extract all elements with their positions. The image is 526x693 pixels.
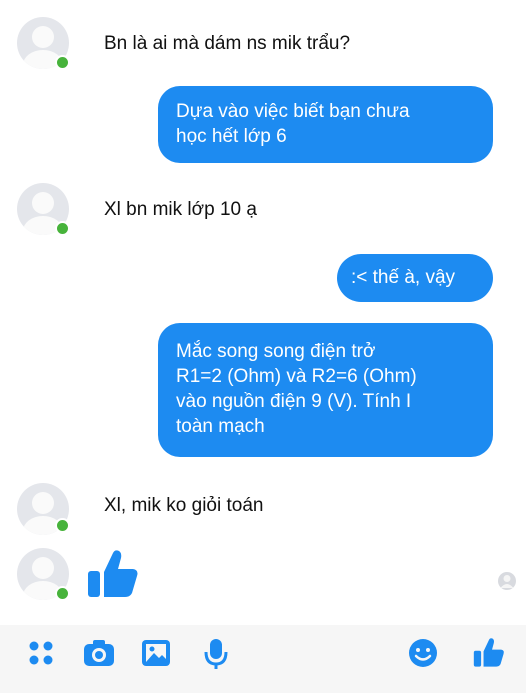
message-line: R1=2 (Ohm) và R2=6 (Ohm) [176,366,417,387]
emoji-icon[interactable] [407,637,439,669]
online-indicator [55,221,70,236]
message-line: Dựa vào việc biết bạn chưa [176,101,410,122]
message-line: Mắc song song điện trở [176,341,376,362]
message-line: vào nguồn điện 9 (V). Tính I [176,391,412,412]
online-indicator [55,55,70,70]
outgoing-message-bubble[interactable]: :< thế à, vậy [337,254,493,302]
avatar-head [32,492,54,514]
message-line: học hết lớp 6 [176,126,287,147]
thumbs-up-icon [88,550,138,597]
composer-bar [0,625,526,693]
message-line: :< thế à, vậy [351,267,456,288]
incoming-message-text: Bn là ai mà dám ns mik trẩu? [104,33,351,54]
seen-avatar-icon [498,572,516,590]
incoming-message-text: Xl bn mik lớp 10 ạ [104,199,257,220]
online-indicator [55,586,70,601]
camera-icon[interactable] [82,637,116,669]
gallery-icon[interactable] [140,637,172,669]
online-indicator [55,518,70,533]
microphone-icon[interactable] [202,637,230,671]
outgoing-message-bubble[interactable]: Mắc song song điện trở R1=2 (Ohm) và R2=… [158,323,493,457]
message-line: toàn mạch [176,416,265,437]
outgoing-message-bubble[interactable]: Dựa vào việc biết bạn chưa học hết lớp 6 [158,86,493,163]
avatar-head [32,192,54,214]
avatar-head [32,26,54,48]
incoming-message-text: Xl, mik ko giỏi toán [104,495,264,516]
menu-dots-icon[interactable] [26,637,58,669]
avatar-head [32,557,54,579]
thumbs-up-icon[interactable] [472,635,506,669]
